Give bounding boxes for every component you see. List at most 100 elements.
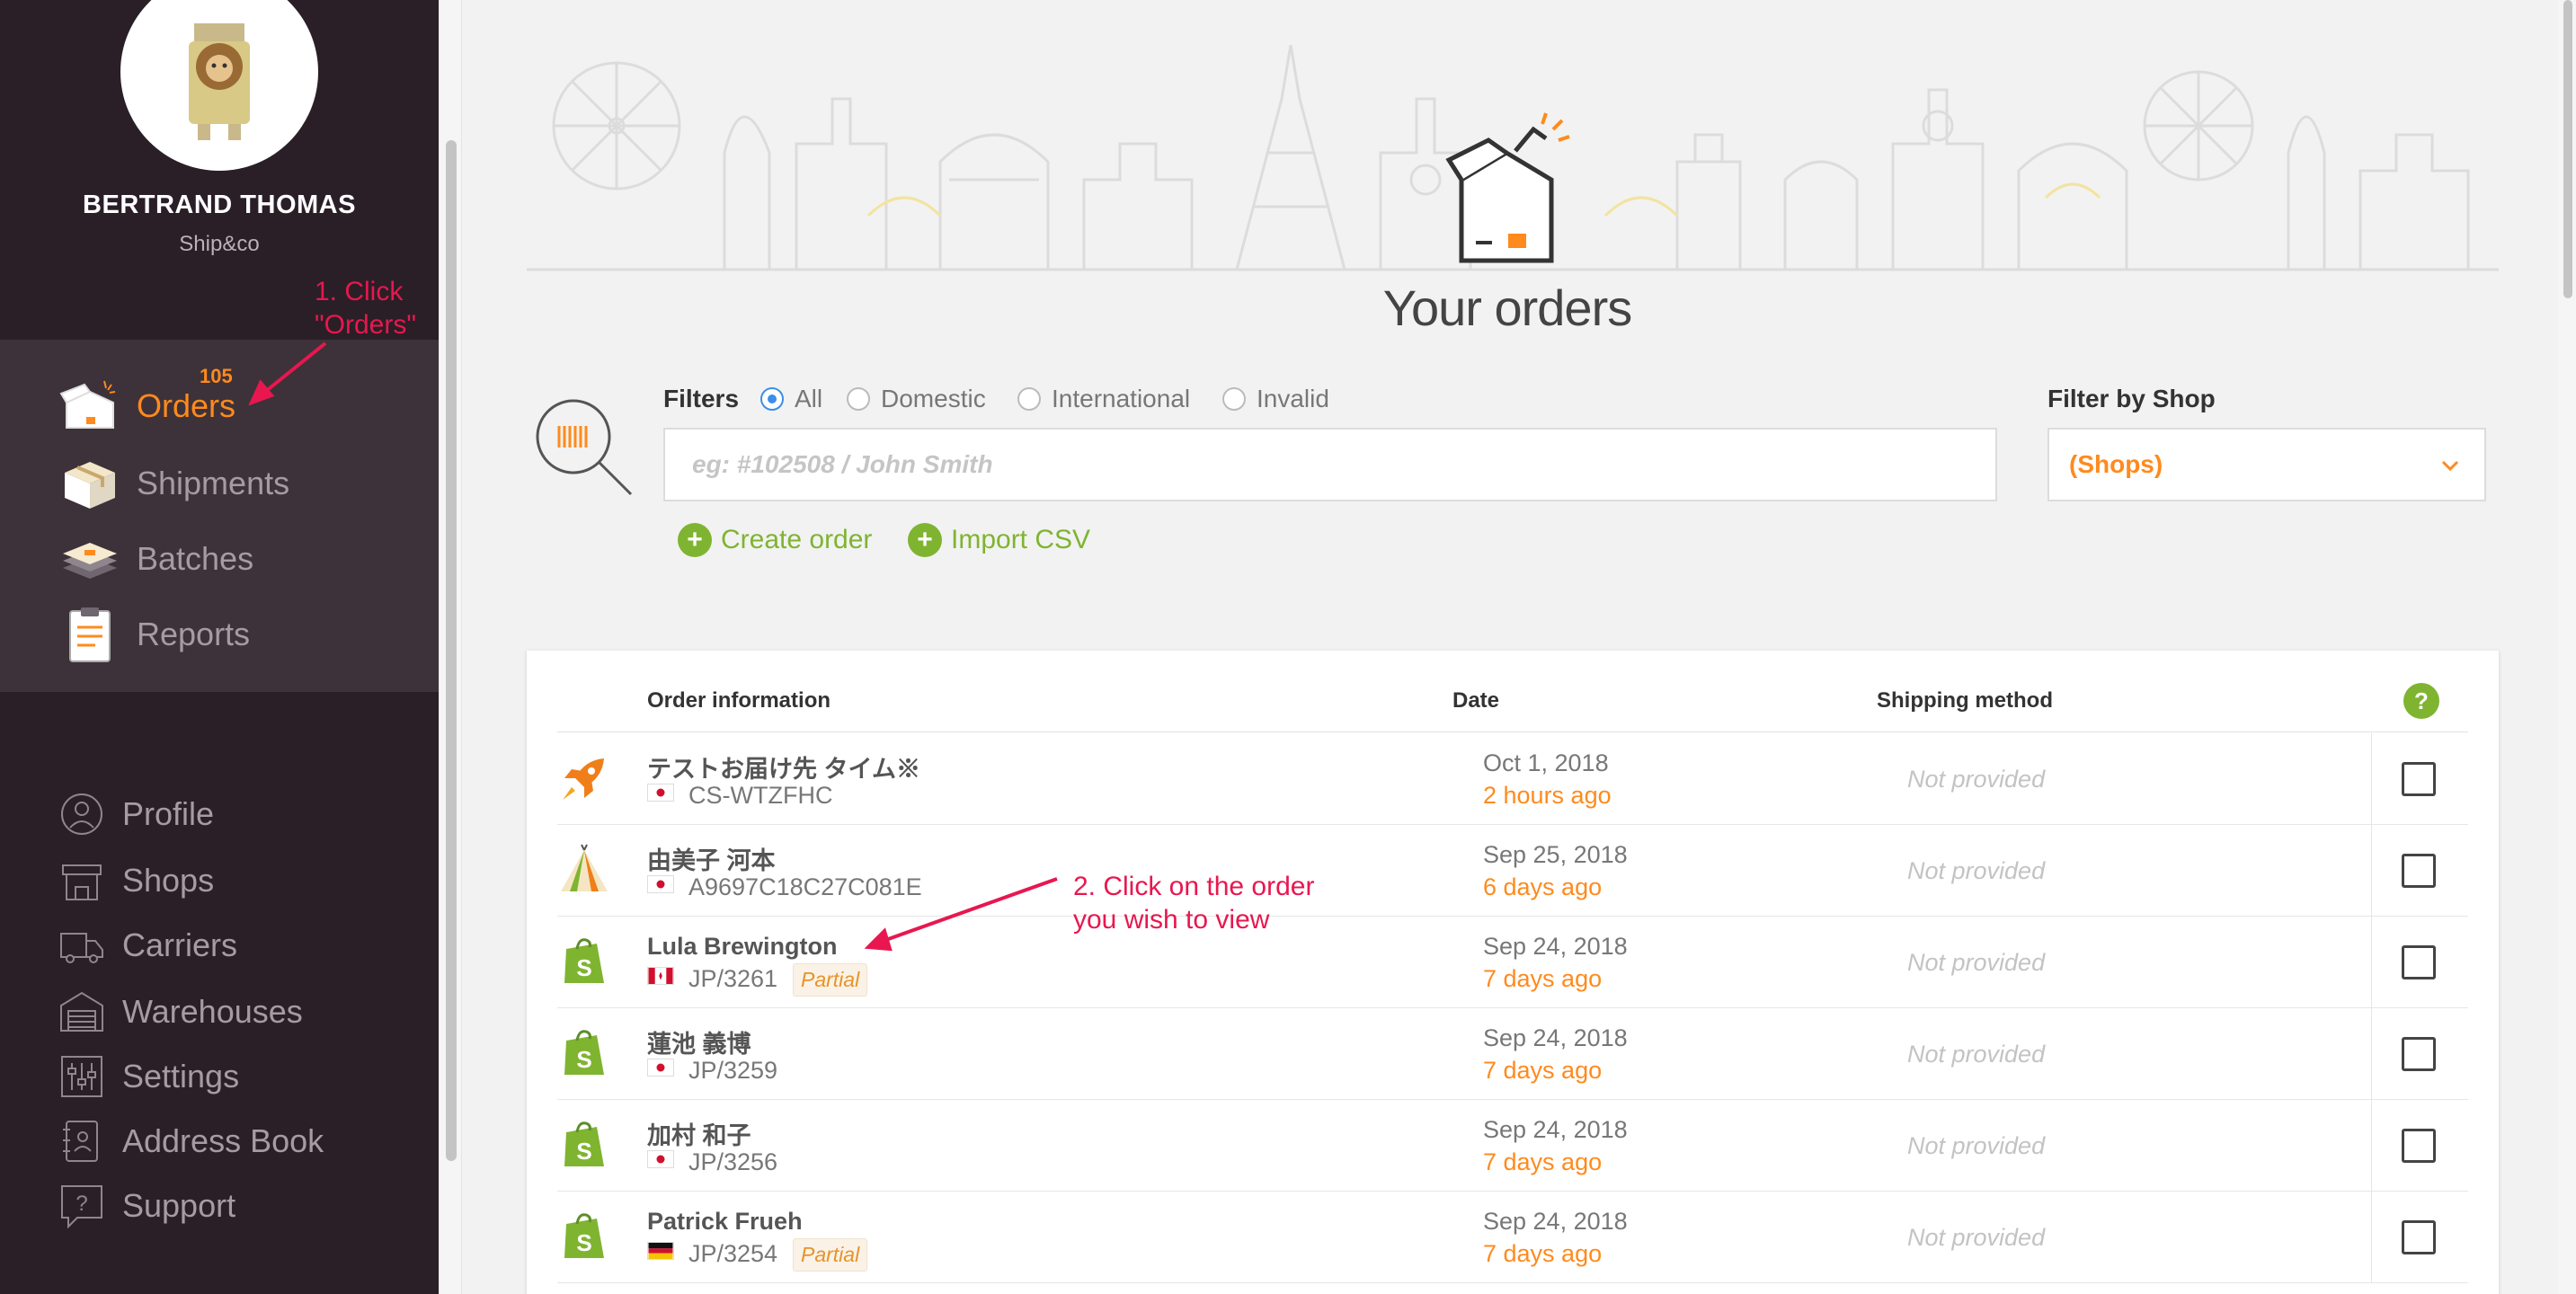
header-divider [557, 731, 2468, 732]
sidebar-item-shipments[interactable]: Shipments [0, 446, 439, 521]
order-relative-time: 7 days ago [1483, 1057, 1603, 1084]
help-icon[interactable]: ? [2403, 683, 2439, 719]
radio-circle[interactable] [760, 387, 784, 411]
sidebar-item-label: Address Book [122, 1122, 324, 1159]
order-name: 加村 和子 [647, 1122, 751, 1149]
table-row[interactable]: S 蓮池 義博 JP/3259 Sep 24, 2018 7 days ago … [557, 1008, 2468, 1100]
row-select-checkbox[interactable] [2402, 854, 2436, 888]
order-name: Patrick Frueh [647, 1208, 803, 1235]
shopify-bag-icon: S [564, 1213, 604, 1258]
order-search-input[interactable] [663, 428, 1997, 501]
order-name: テストお届け先 タイム※ [647, 756, 920, 783]
shop-filter-label: Filter by Shop [2047, 385, 2216, 412]
flag-jp-icon [647, 875, 674, 893]
sidebar-item-label: Carriers [122, 926, 238, 963]
column-header-order-info[interactable]: Order information [647, 688, 831, 713]
row-select-checkbox[interactable] [2402, 1129, 2436, 1163]
filter-radio-all[interactable]: All [760, 385, 822, 413]
import-csv-label: Import CSV [951, 525, 1091, 554]
city-skyline-illustration [527, 45, 2499, 271]
create-order-button[interactable]: + Create order [678, 523, 872, 557]
svg-text:S: S [576, 1229, 591, 1256]
tent-icon [561, 844, 608, 891]
table-row[interactable]: S Patrick Frueh JP/3254 Partial Sep 24, … [557, 1192, 2468, 1283]
sidebar-item-label: Shops [122, 862, 215, 899]
order-id: JP/3254 [688, 1240, 778, 1267]
svg-text:S: S [576, 1046, 591, 1073]
order-relative-time: 6 days ago [1483, 873, 1603, 900]
radio-circle[interactable] [847, 387, 870, 411]
table-row[interactable]: 由美子 河本 A9697C18C27C081E Sep 25, 2018 6 d… [557, 825, 2468, 917]
page-title: Your orders [1382, 279, 1632, 336]
order-id: JP/3261 [688, 965, 778, 992]
import-csv-button[interactable]: + Import CSV [908, 523, 1090, 557]
order-relative-time: 7 days ago [1483, 1148, 1603, 1175]
filter-radio-invalid[interactable]: Invalid [1222, 385, 1329, 413]
order-name: 由美子 河本 [647, 847, 776, 874]
row-select-checkbox[interactable] [2402, 1220, 2436, 1254]
user-name: BERTRAND THOMAS [83, 191, 356, 219]
orders-count-badge: 105 [200, 365, 233, 387]
main-scrollbar-thumb[interactable] [2563, 0, 2572, 298]
order-date: Oct 1, 2018 [1483, 749, 1609, 776]
sidebar-item-reports[interactable]: Reports [0, 597, 439, 672]
orders-box-icon [59, 380, 116, 429]
shopify-bag-icon: S [564, 1030, 604, 1075]
flag-de-icon [647, 1242, 674, 1260]
address-book-icon [63, 1121, 98, 1162]
sidebar-item-label: Profile [122, 795, 215, 832]
order-relative-time: 7 days ago [1483, 1240, 1603, 1267]
sidebar-item-shops[interactable]: Shops [0, 854, 439, 908]
shop-filter-value: (Shops) [2069, 450, 2163, 478]
create-order-label: Create order [721, 525, 873, 554]
profile-icon [61, 793, 102, 835]
truck-icon [60, 933, 103, 963]
order-date: Sep 24, 2018 [1483, 1208, 1628, 1235]
sidebar-item-label: Orders [137, 387, 236, 424]
order-id: JP/3256 [688, 1148, 778, 1175]
filter-radio-international[interactable]: International [1017, 385, 1190, 413]
table-row[interactable]: S Lula Brewington JP/3261 Partial Sep 24… [557, 917, 2468, 1008]
shipping-method: Not provided [1907, 766, 2046, 793]
row-select-checkbox[interactable] [2402, 1037, 2436, 1071]
row-select-checkbox[interactable] [2402, 945, 2436, 979]
column-header-shipping[interactable]: Shipping method [1877, 688, 2053, 713]
radio-circle[interactable] [1017, 387, 1041, 411]
avatar[interactable] [120, 0, 318, 171]
rocket-icon [563, 758, 604, 800]
clipboard-icon [69, 607, 111, 662]
svg-text:?: ? [76, 1192, 87, 1216]
sidebar: BERTRAND THOMAS Ship&co Orders 105 Shipm… [0, 0, 439, 1294]
row-select-checkbox[interactable] [2402, 762, 2436, 796]
order-relative-time: 2 hours ago [1483, 782, 1612, 809]
column-header-date[interactable]: Date [1452, 688, 1499, 713]
radio-label: Domestic [881, 385, 986, 412]
sidebar-item-address-book[interactable]: Address Book [0, 1114, 439, 1168]
shipment-box-icon [65, 462, 115, 509]
table-row[interactable]: S 加村 和子 JP/3256 Sep 24, 2018 7 days ago … [557, 1100, 2468, 1192]
batches-stack-icon [63, 543, 117, 579]
table-row[interactable]: テストお届け先 タイム※ CS-WTZFHC Oct 1, 2018 2 hou… [557, 733, 2468, 825]
sidebar-item-settings[interactable]: Settings [0, 1050, 439, 1103]
sidebar-item-warehouses[interactable]: Warehouses [0, 985, 439, 1039]
radio-label: All [795, 385, 823, 412]
barcode-search-icon [536, 399, 633, 496]
sidebar-item-batches[interactable]: Batches [0, 521, 439, 597]
sidebar-item-label: Reports [137, 616, 251, 652]
sidebar-item-carriers[interactable]: Carriers [0, 918, 439, 972]
order-date: Sep 24, 2018 [1483, 1024, 1628, 1051]
help-bubble-icon: ? [61, 1185, 102, 1228]
order-id: A9697C18C27C081E [688, 873, 922, 900]
sidebar-item-profile[interactable]: Profile [0, 787, 439, 841]
radio-circle[interactable] [1222, 387, 1246, 411]
sidebar-item-support[interactable]: ? Support [0, 1179, 439, 1233]
radio-label: Invalid [1257, 385, 1329, 412]
order-date: Sep 24, 2018 [1483, 933, 1628, 960]
shipping-method: Not provided [1907, 1041, 2046, 1068]
annotation-step-2: 2. Click on the order you wish to view [1073, 870, 1314, 936]
radio-label: International [1052, 385, 1191, 412]
annotation-text: 2. Click on the order [1073, 872, 1315, 901]
filter-radio-domestic[interactable]: Domestic [847, 385, 986, 413]
shop-filter-select[interactable]: (Shops) [2047, 428, 2486, 501]
plus-icon: + [908, 523, 942, 557]
